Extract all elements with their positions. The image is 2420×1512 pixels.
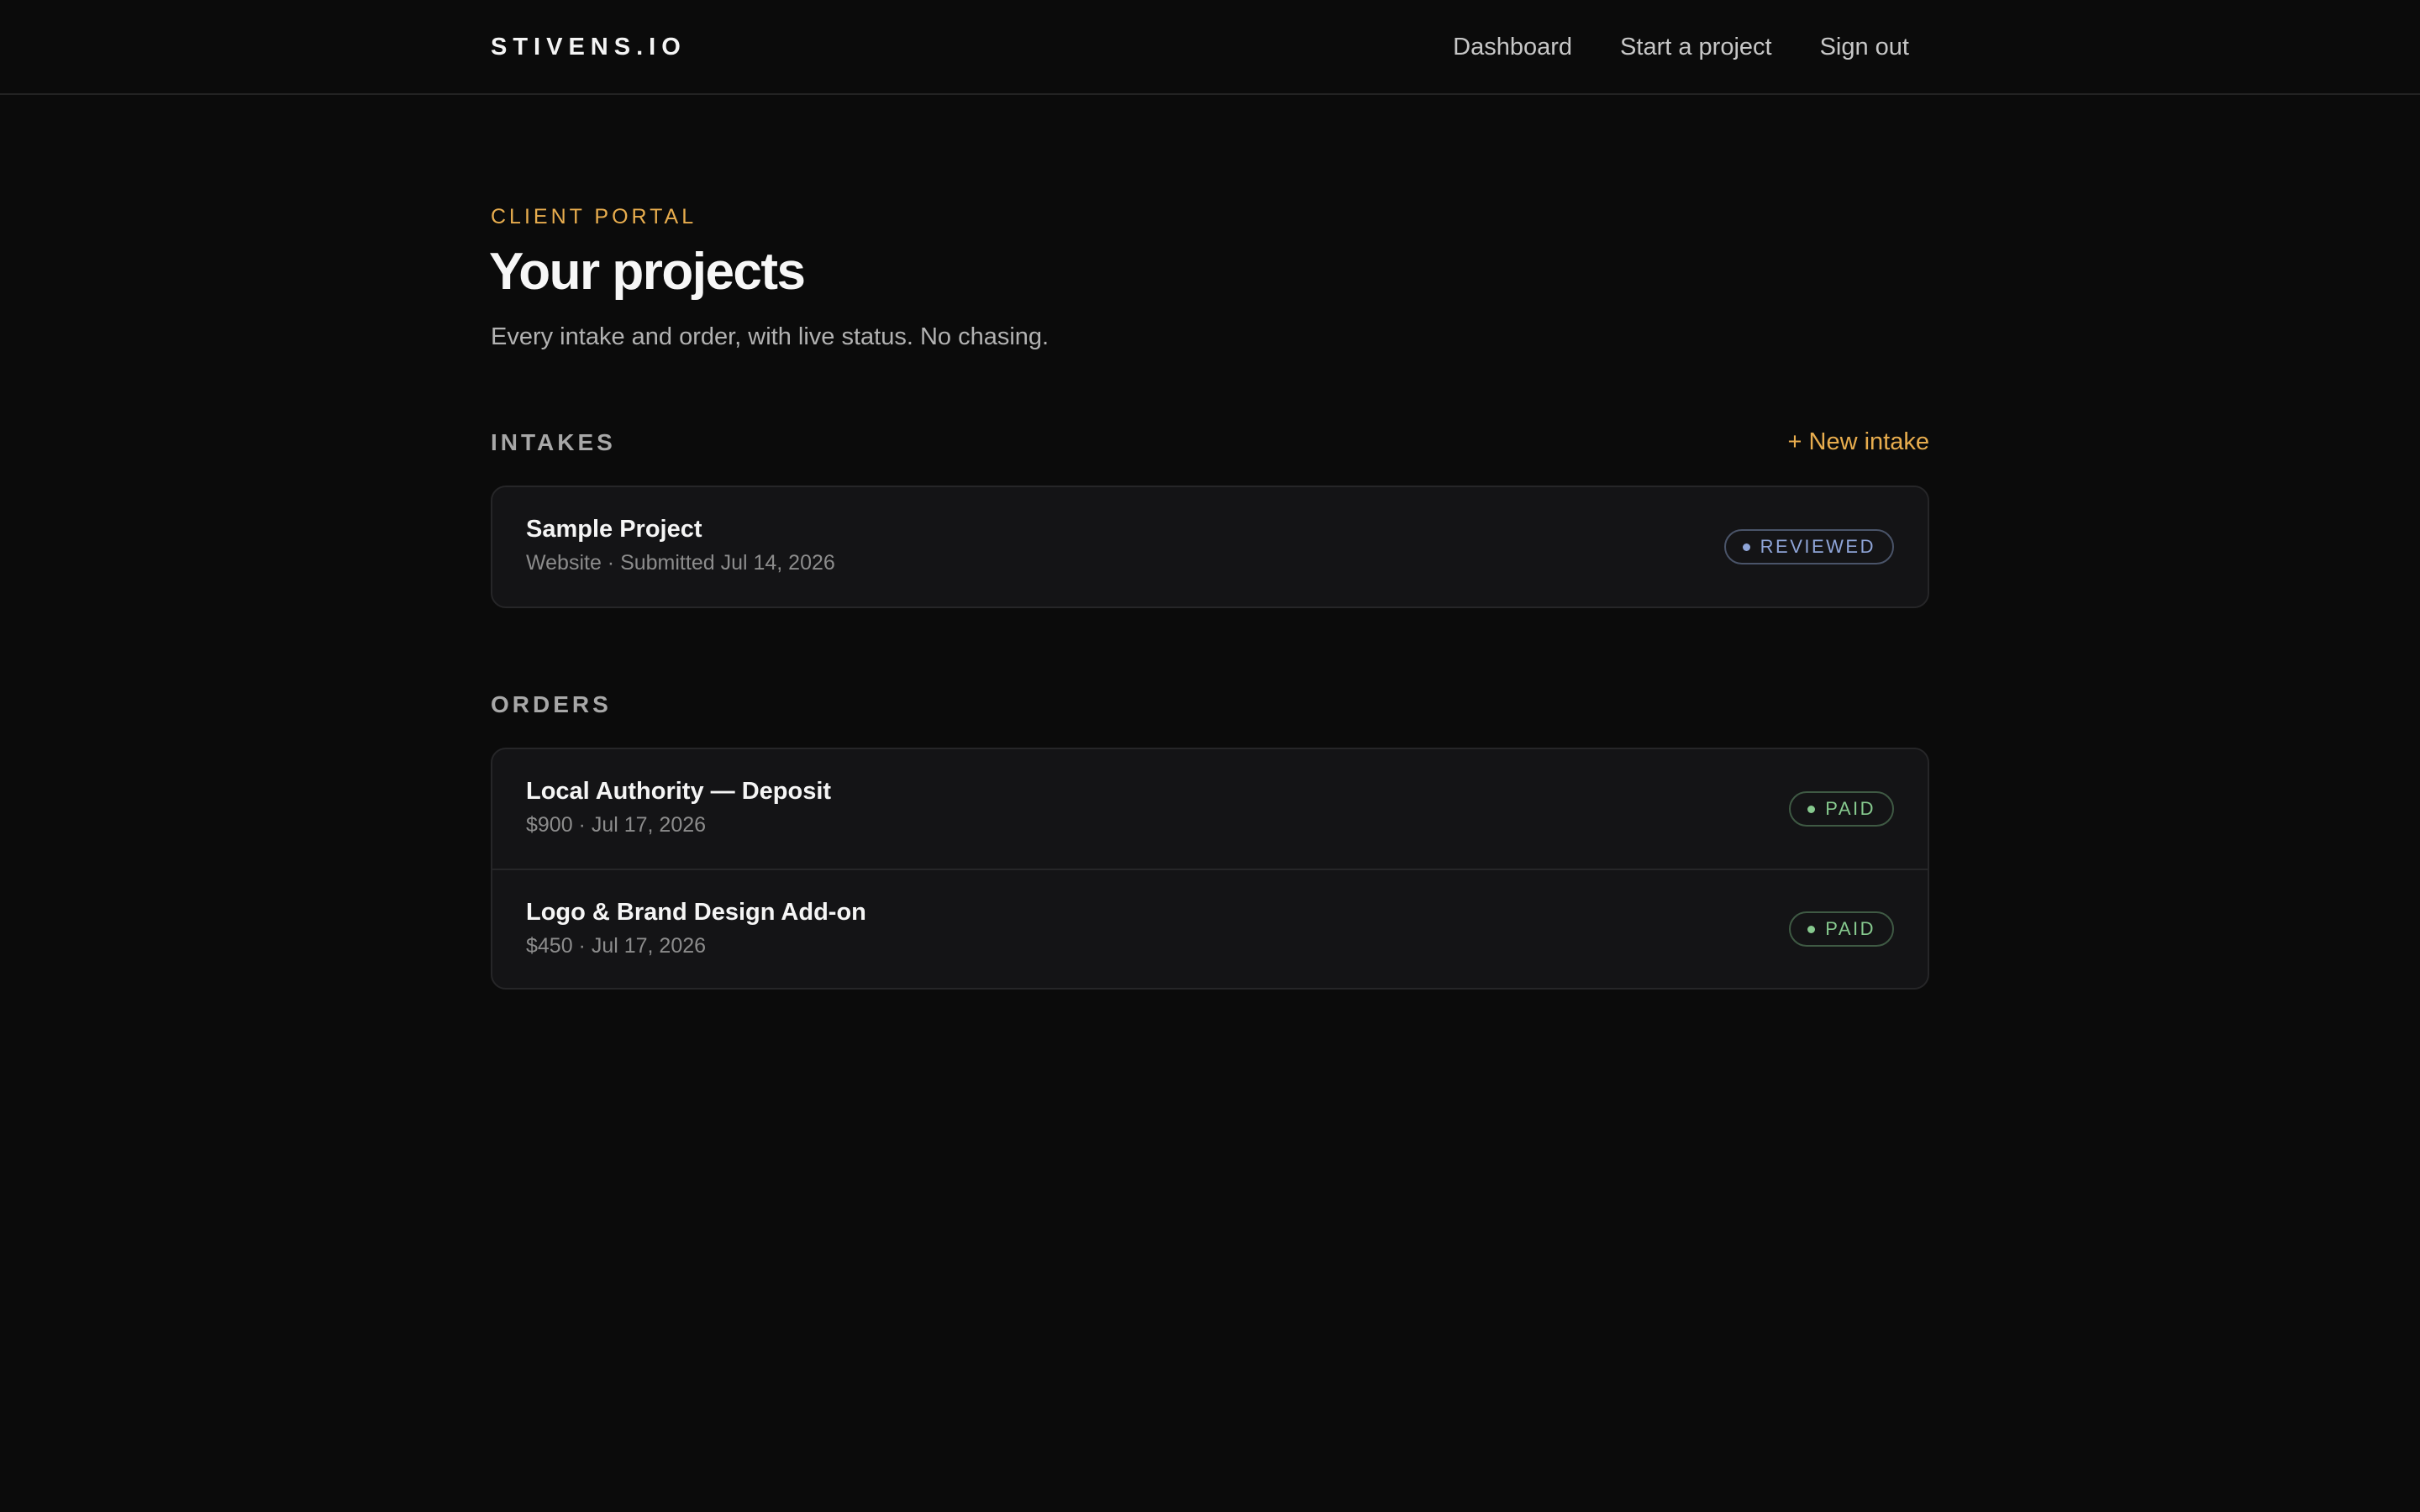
order-meta: $450 · Jul 17, 2026 [526, 934, 707, 958]
new-intake-link[interactable]: + New intake [1788, 427, 1929, 457]
orders-list: Local Authority — Deposit $900 · Jul 17,… [491, 748, 1929, 990]
page-eyebrow: CLIENT PORTAL [491, 205, 697, 228]
page-subtitle: Every intake and order, with live status… [491, 323, 1050, 350]
nav-dashboard-link[interactable]: Dashboard [1453, 32, 1572, 62]
status-badge-label: REVIEWED [1760, 536, 1876, 557]
status-badge: REVIEWED [1723, 529, 1894, 564]
client-portal-page: STIVENS.IO Dashboard Start a project Sig… [0, 0, 2420, 1512]
order-meta: $900 · Jul 17, 2026 [526, 813, 707, 837]
intake-meta: Website · Submitted Jul 14, 2026 [526, 551, 835, 575]
status-badge: PAID [1789, 911, 1894, 947]
order-row[interactable]: Logo & Brand Design Add-on $450 · Jul 17… [492, 869, 1928, 988]
brand-logo[interactable]: STIVENS.IO [491, 32, 687, 62]
top-navigation-bar: STIVENS.IO Dashboard Start a project Sig… [0, 0, 2420, 95]
status-dot-icon [1742, 543, 1750, 551]
intake-title: Sample Project [526, 516, 702, 543]
status-dot-icon [1807, 925, 1816, 933]
nav-start-project-link[interactable]: Start a project [1620, 32, 1772, 62]
order-title: Local Authority — Deposit [526, 778, 832, 805]
page-title: Your projects [489, 243, 806, 301]
order-title: Logo & Brand Design Add-on [526, 899, 866, 926]
status-dot-icon [1807, 805, 1816, 813]
nav-sign-out-link[interactable]: Sign out [1820, 32, 1909, 62]
main-nav: Dashboard Start a project Sign out [1453, 32, 1909, 62]
order-row[interactable]: Local Authority — Deposit $900 · Jul 17,… [492, 749, 1928, 869]
intake-row[interactable]: Sample Project Website · Submitted Jul 1… [492, 487, 1928, 606]
status-badge-label: PAID [1825, 798, 1876, 819]
status-badge-label: PAID [1825, 918, 1876, 939]
orders-section-heading: ORDERS [491, 691, 612, 717]
intakes-section-heading: INTAKES [491, 429, 616, 455]
intakes-list: Sample Project Website · Submitted Jul 1… [491, 486, 1929, 608]
status-badge: PAID [1789, 791, 1894, 827]
